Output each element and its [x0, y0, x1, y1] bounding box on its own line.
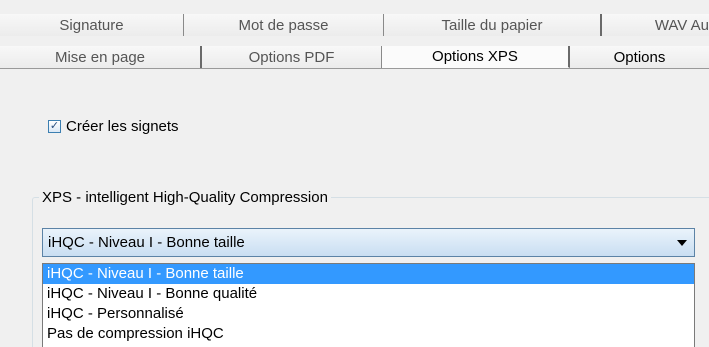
tab-label: WAV Au — [654, 16, 709, 34]
tab-options-xps[interactable]: Options XPS — [382, 46, 570, 68]
tab-row-front: Mise en page Options PDF Options XPS Opt… — [0, 46, 709, 68]
tab-label: Taille du papier — [441, 16, 543, 34]
tab-label: Options — [613, 48, 666, 66]
chevron-down-icon[interactable] — [677, 239, 687, 246]
create-bookmarks-label: Créer les signets — [66, 118, 179, 135]
tab-taille-du-papier[interactable]: Taille du papier — [384, 14, 602, 36]
tab-label: Signature — [59, 16, 124, 34]
tab-label: Mot de passe — [238, 16, 329, 34]
dropdown-option[interactable]: iHQC - Niveau I - Bonne taille — [43, 264, 694, 284]
tab-label: Options PDF — [248, 48, 335, 66]
tab-options-pdf[interactable]: Options PDF — [202, 46, 382, 68]
create-bookmarks-checkbox[interactable]: ✓ — [48, 120, 61, 133]
compression-select[interactable]: iHQC - Niveau I - Bonne taille — [42, 228, 695, 257]
compression-dropdown-list[interactable]: iHQC - Niveau I - Bonne taille iHQC - Ni… — [42, 263, 695, 347]
dropdown-option[interactable]: iHQC - Niveau I - Bonne qualité — [43, 284, 694, 304]
tab-options[interactable]: Options — [570, 46, 709, 68]
compression-selected-value: iHQC - Niveau I - Bonne taille — [48, 234, 245, 251]
create-bookmarks-row[interactable]: ✓ Créer les signets — [48, 118, 179, 135]
tab-signature[interactable]: Signature — [0, 14, 184, 36]
dropdown-option[interactable]: Pas de compression iHQC — [43, 324, 694, 344]
tab-label: Mise en page — [54, 48, 146, 66]
compression-group-title: XPS - intelligent High-Quality Compressi… — [39, 189, 331, 206]
tab-wav-audio[interactable]: WAV Au — [602, 14, 709, 36]
dropdown-option[interactable]: iHQC - Personnalisé — [43, 304, 694, 324]
tab-row-back: Signature Mot de passe Taille du papier … — [0, 14, 709, 36]
tab-mot-de-passe[interactable]: Mot de passe — [184, 14, 384, 36]
tab-label: Options XPS — [432, 48, 518, 65]
tab-mise-en-page[interactable]: Mise en page — [0, 46, 202, 68]
